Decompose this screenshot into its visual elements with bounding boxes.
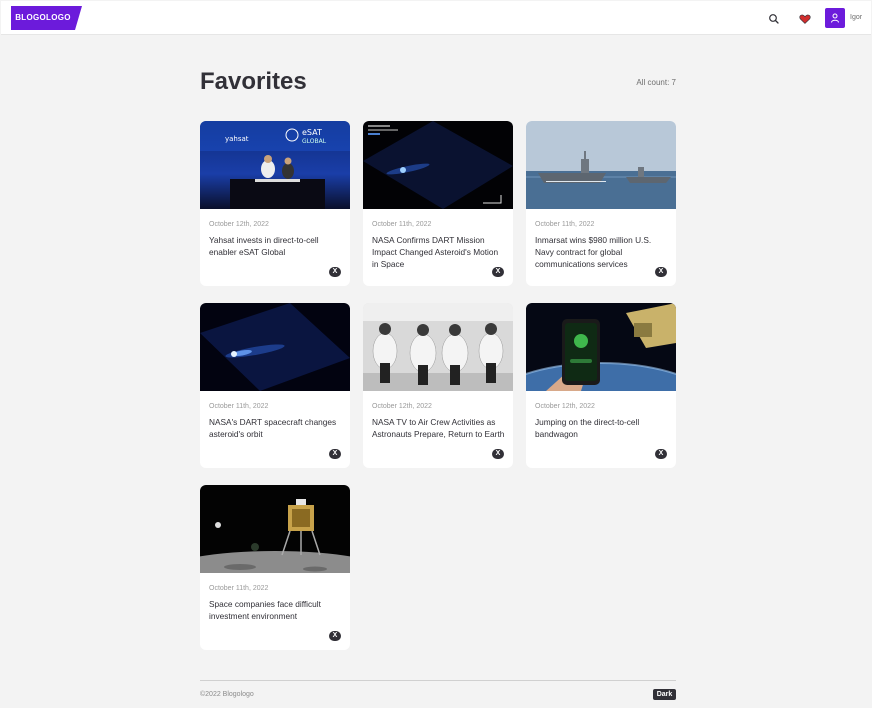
card-date: October 11th, 2022	[209, 403, 269, 410]
favorite-card[interactable]: October 11th, 2022 Space companies face …	[200, 485, 350, 650]
remove-favorite-button[interactable]: X	[329, 267, 341, 277]
card-title[interactable]: NASA TV to Air Crew Activities as Astron…	[372, 416, 506, 440]
favorite-card[interactable]: yahsat eSAT GLOBAL October 12th, 2022 Ya…	[200, 121, 350, 286]
favorite-card[interactable]: October 11th, 2022 Inmarsat wins $980 mi…	[526, 121, 676, 286]
logo-text: BLOGOLOGO	[15, 13, 71, 22]
footer-divider	[200, 680, 676, 681]
asteroid-telescope-photo[interactable]	[363, 121, 513, 209]
card-date: October 11th, 2022	[209, 585, 269, 592]
card-title[interactable]: NASA Confirms DART Mission Impact Change…	[372, 234, 506, 270]
press-conference-photo[interactable]: yahsat eSAT GLOBAL	[200, 121, 350, 209]
search-icon[interactable]	[768, 12, 780, 24]
card-title[interactable]: Yahsat invests in direct-to-cell enabler…	[209, 234, 343, 258]
remove-favorite-button[interactable]: X	[655, 449, 667, 459]
aircraft-carrier-photo[interactable]	[526, 121, 676, 209]
card-title[interactable]: Inmarsat wins $980 million U.S. Navy con…	[535, 234, 669, 270]
logo[interactable]: BLOGOLOGO	[11, 6, 82, 30]
card-title[interactable]: Space companies face difficult investmen…	[209, 598, 343, 622]
card-date: October 12th, 2022	[209, 221, 269, 228]
top-header: BLOGOLOGO Igor	[1, 1, 871, 35]
remove-favorite-button[interactable]: X	[655, 267, 667, 277]
favorite-card[interactable]: October 11th, 2022 NASA's DART spacecraf…	[200, 303, 350, 468]
card-date: October 12th, 2022	[372, 403, 432, 410]
page-title: Favorites	[200, 68, 307, 95]
theme-toggle-button[interactable]: Dark	[653, 689, 676, 700]
card-date: October 11th, 2022	[535, 221, 595, 228]
card-title[interactable]: Jumping on the direct-to-cell bandwagon	[535, 416, 669, 440]
user-icon	[831, 13, 839, 23]
remove-favorite-button[interactable]: X	[329, 631, 341, 641]
card-date: October 11th, 2022	[372, 221, 432, 228]
username[interactable]: Igor	[850, 14, 862, 21]
card-date: October 12th, 2022	[535, 403, 595, 410]
remove-favorite-button[interactable]: X	[492, 267, 504, 277]
asteroid-trail-photo[interactable]	[200, 303, 350, 391]
heart-icon[interactable]	[799, 12, 811, 24]
favorite-card[interactable]: October 12th, 2022 NASA TV to Air Crew A…	[363, 303, 513, 468]
lunar-lander-photo[interactable]	[200, 485, 350, 573]
favorite-card[interactable]: October 12th, 2022 Jumping on the direct…	[526, 303, 676, 468]
astronauts-capsule-photo[interactable]	[363, 303, 513, 391]
svg-text:GLOBAL: GLOBAL	[302, 138, 327, 145]
phone-satellite-photo[interactable]	[526, 303, 676, 391]
card-title[interactable]: NASA's DART spacecraft changes asteroid'…	[209, 416, 343, 440]
favorite-card[interactable]: October 11th, 2022 NASA Confirms DART Mi…	[363, 121, 513, 286]
svg-text:yahsat: yahsat	[225, 135, 249, 143]
remove-favorite-button[interactable]: X	[492, 449, 504, 459]
favorites-count: All count: 7	[636, 78, 676, 87]
copyright: ©2022 Blogologo	[200, 691, 254, 698]
avatar[interactable]	[825, 8, 845, 28]
svg-text:eSAT: eSAT	[302, 128, 322, 137]
remove-favorite-button[interactable]: X	[329, 449, 341, 459]
